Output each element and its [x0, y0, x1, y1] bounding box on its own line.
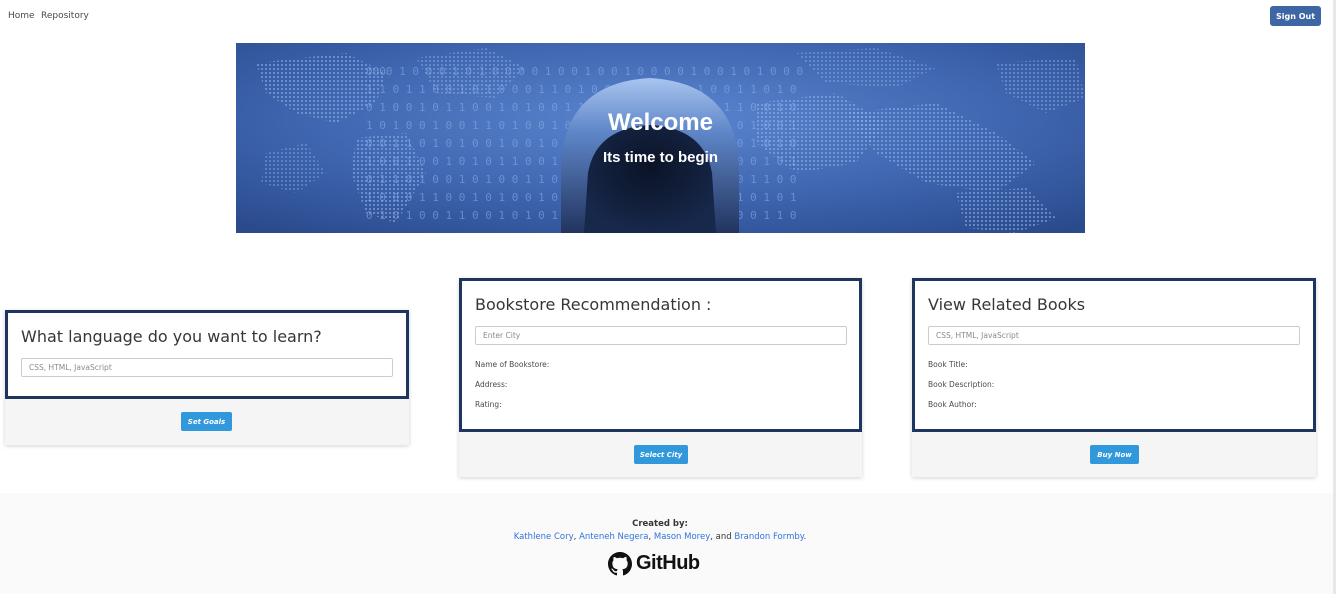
nav-home-link[interactable]: Home	[8, 11, 35, 21]
bookstore-address-label: Address:	[475, 380, 508, 389]
set-goals-button[interactable]: Set Goals	[181, 412, 232, 431]
language-input[interactable]	[21, 358, 393, 377]
book-author-label: Book Author:	[928, 400, 977, 409]
select-city-button[interactable]: Select City	[634, 445, 688, 464]
related-books-input[interactable]	[928, 326, 1300, 345]
hero-banner: 0000 1 0 0 0 1 0 1 0 0 0 0 1 0 0 1 0 0 1…	[236, 43, 1085, 233]
related-books-card: View Related Books Book Title: Book Desc…	[912, 278, 1316, 477]
github-link[interactable]: GitHub	[608, 551, 716, 577]
hero-title: Welcome	[608, 109, 713, 136]
bookstore-card: Bookstore Recommendation : Name of Books…	[459, 278, 862, 477]
author-link-kathlene-cory[interactable]: Kathlene Cory	[514, 532, 574, 542]
bookstore-name-label: Name of Bookstore:	[475, 360, 550, 369]
hero-background-image: 0000 1 0 0 0 1 0 1 0 0 0 0 1 0 0 1 0 0 1…	[236, 43, 1085, 233]
author-separator: , and	[710, 532, 735, 542]
related-books-card-title: View Related Books	[928, 295, 1086, 314]
bookstore-rating-label: Rating:	[475, 400, 502, 409]
github-wordmark: GitHub	[636, 552, 700, 574]
nav-repository-link[interactable]: Repository	[41, 11, 89, 21]
author-end: .	[803, 532, 807, 542]
book-title-label: Book Title:	[928, 360, 968, 369]
navbar: Home Repository Sign Out	[0, 0, 1336, 33]
buy-now-button[interactable]: Buy Now	[1090, 445, 1139, 464]
language-card-title: What language do you want to learn?	[21, 327, 322, 346]
sign-out-button[interactable]: Sign Out	[1270, 6, 1321, 26]
language-card-content: What language do you want to learn?	[5, 310, 409, 399]
related-books-card-content: View Related Books Book Title: Book Desc…	[912, 278, 1316, 432]
author-link-mason-morey[interactable]: Mason Morey	[654, 532, 710, 542]
github-icon	[608, 552, 632, 576]
bookstore-card-content: Bookstore Recommendation : Name of Books…	[459, 278, 862, 432]
created-by-label: Created by:	[632, 519, 688, 529]
language-card: What language do you want to learn? Set …	[5, 310, 409, 445]
book-description-label: Book Description:	[928, 380, 995, 389]
svg-text:1 1 0 1 1 0 0 1 0 1 0 0 0 1 1: 1 1 0 1 1 0 0 1 0 1 0 0 0 1 1 0 1 0 0 1 …	[366, 83, 796, 96]
authors-line: Kathlene Cory, Anteneh Negera, Mason Mor…	[0, 532, 1320, 542]
hero-subtitle: Its time to begin	[602, 149, 718, 166]
svg-text:0000 1 0 0 0 1 0 1 0 0 0 0 1 0: 0000 1 0 0 0 1 0 1 0 0 0 0 1 0 0 1 0 0 1…	[366, 65, 803, 78]
author-link-brandon-formby[interactable]: Brandon Formby	[734, 532, 803, 542]
author-link-anteneh-negera[interactable]: Anteneh Negera	[579, 532, 648, 542]
city-input[interactable]	[475, 326, 847, 345]
bookstore-card-title: Bookstore Recommendation :	[475, 295, 712, 314]
footer: Created by: Kathlene Cory, Anteneh Neger…	[0, 493, 1333, 594]
